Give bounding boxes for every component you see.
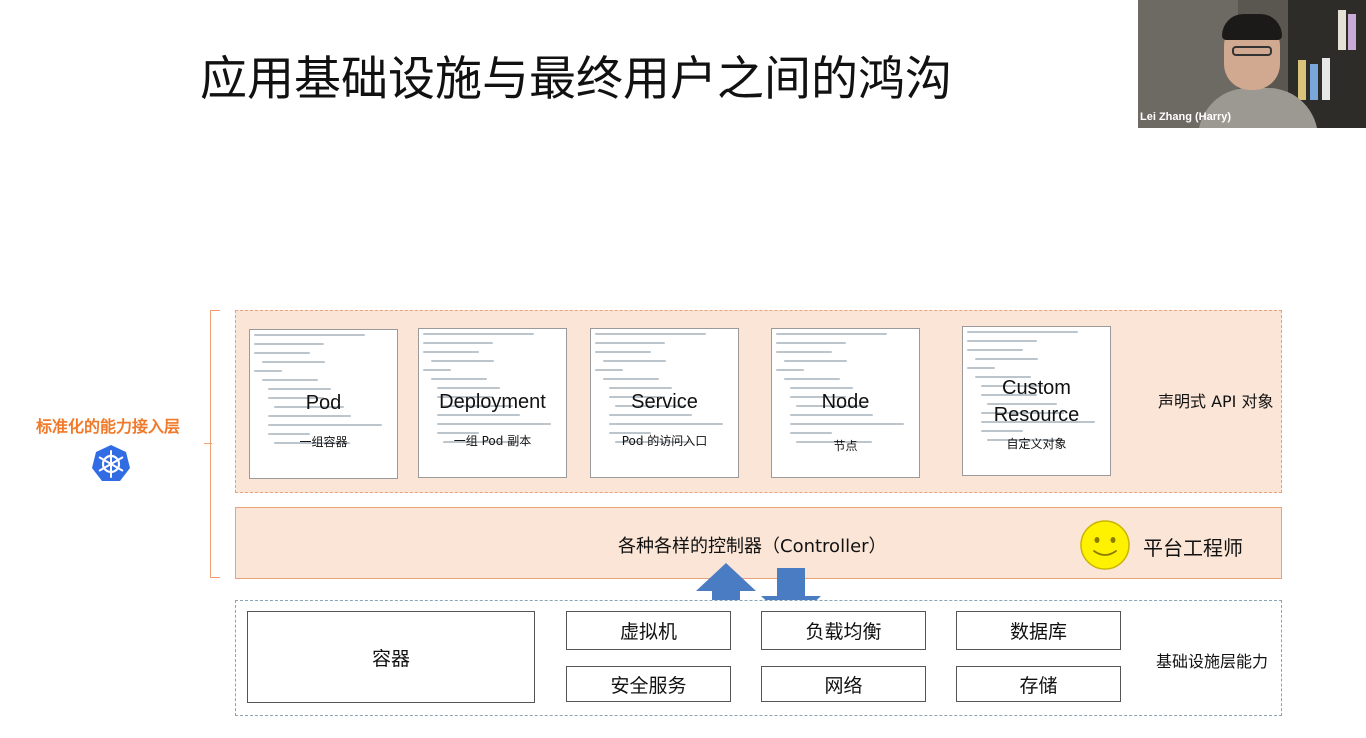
api-card-title: Deployment	[439, 391, 546, 413]
infrastructure-label: 基础设施层能力	[1156, 652, 1269, 671]
declarative-api-label: 声明式 API 对象	[1158, 392, 1274, 411]
kubernetes-helm-icon	[92, 445, 130, 481]
platform-engineer-label: 平台工程师	[1143, 536, 1243, 560]
api-card-title: Node	[821, 391, 870, 413]
api-card-custom-resource: Custom Resource 自定义对象	[962, 326, 1111, 476]
api-card-desc: 一组 Pod 副本	[453, 434, 532, 448]
api-card-node: Node 节点	[771, 328, 920, 478]
api-card-deployment: Deployment 一组 Pod 副本	[418, 328, 567, 478]
infra-storage: 存储	[956, 666, 1121, 702]
slide-title: 应用基础设施与最终用户之间的鸿沟	[200, 52, 952, 107]
api-card-desc: 一组容器	[299, 435, 348, 449]
webcam-participant-name: Lei Zhang (Harry)	[1140, 111, 1232, 123]
api-card-title-line1: Custom	[1002, 377, 1071, 399]
infra-network: 网络	[761, 666, 926, 702]
api-card-desc: 自定义对象	[1006, 437, 1067, 451]
api-card-title: Custom Resource	[963, 375, 1110, 429]
capability-layer-label: 标准化的能力接入层	[36, 417, 181, 436]
infra-vm: 虚拟机	[566, 611, 731, 650]
api-card-pod: Pod 一组容器	[249, 329, 398, 479]
api-card-desc: Pod 的访问入口	[621, 434, 708, 448]
api-card-service: Service Pod 的访问入口	[590, 328, 739, 478]
infra-container: 容器	[247, 611, 535, 703]
api-card-title: Pod	[305, 392, 342, 414]
infra-security: 安全服务	[566, 666, 731, 702]
layer-bracket	[210, 310, 220, 578]
infra-load-balancer: 负载均衡	[761, 611, 926, 650]
infra-database: 数据库	[956, 611, 1121, 650]
controller-label: 各种各样的控制器（Controller）	[618, 536, 887, 557]
api-card-title-line2: Resource	[993, 404, 1080, 426]
smiley-face-icon	[1080, 520, 1130, 570]
api-card-desc: 节点	[833, 439, 858, 453]
api-card-title: Service	[631, 391, 698, 413]
